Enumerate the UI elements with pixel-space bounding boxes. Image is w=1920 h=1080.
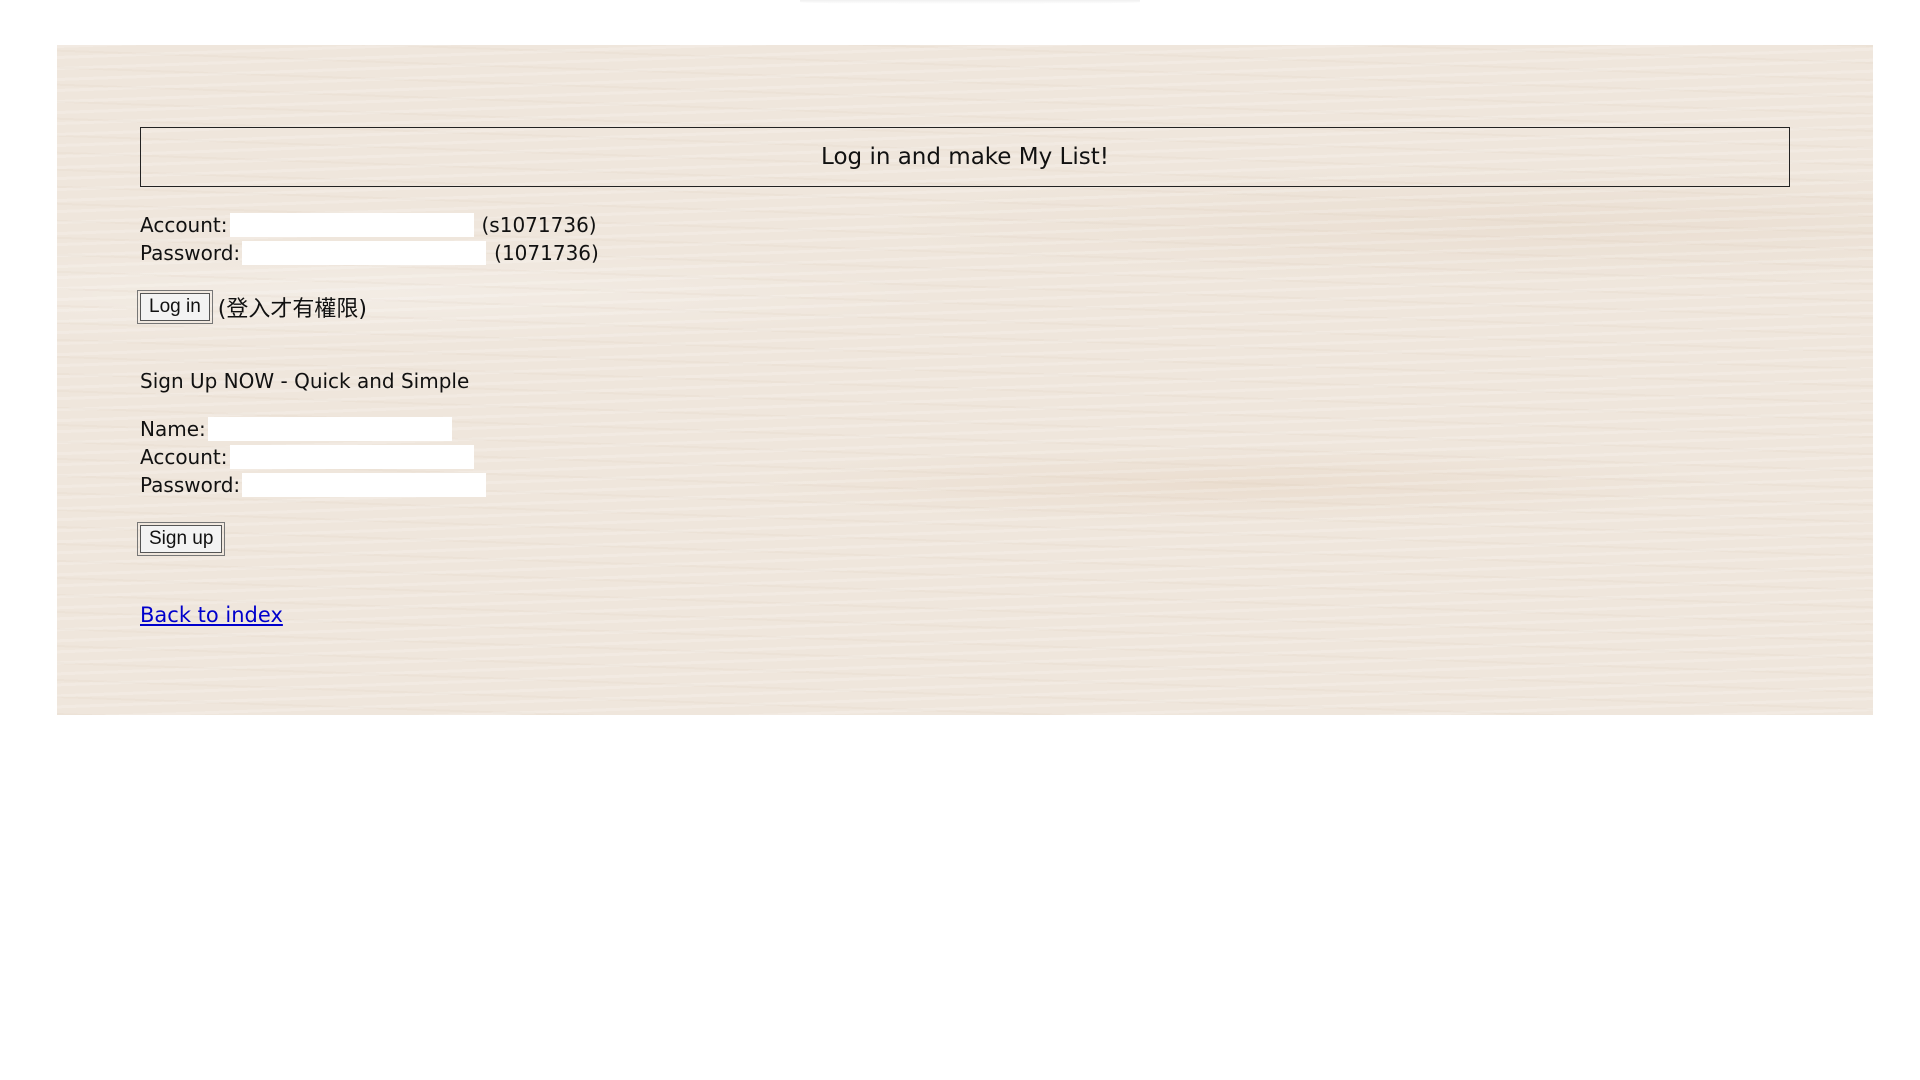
login-password-label: Password:: [140, 241, 241, 265]
signup-name-input[interactable]: [207, 417, 452, 441]
signup-password-row: Password:: [140, 471, 1790, 499]
login-form: Account: (s1071736) Password: (1071736) …: [137, 211, 1790, 324]
signup-password-label: Password:: [140, 473, 241, 497]
back-to-index-link[interactable]: Back to index: [140, 603, 283, 627]
signup-password-input[interactable]: [242, 473, 487, 497]
top-shadow-decoration: [800, 0, 1140, 4]
signup-account-row: Account:: [140, 443, 1790, 471]
login-account-hint: (s1071736): [481, 213, 597, 237]
login-permission-note: (登入才有權限): [217, 297, 367, 322]
login-account-row: Account: (s1071736): [140, 211, 1790, 239]
page-title-box: Log in and make My List!: [140, 127, 1790, 187]
login-account-label: Account:: [140, 213, 228, 237]
signup-name-label: Name:: [140, 417, 206, 441]
content-container: Log in and make My List! Account: (s1071…: [136, 127, 1790, 627]
signup-button-row: Sign up: [136, 522, 1790, 556]
login-password-input[interactable]: [242, 241, 487, 265]
login-button[interactable]: Log in: [137, 290, 213, 324]
content-panel: Log in and make My List! Account: (s1071…: [57, 45, 1873, 715]
signup-name-row: Name:: [140, 415, 1790, 443]
login-password-row: Password: (1071736): [140, 239, 1790, 267]
signup-heading: Sign Up NOW - Quick and Simple: [140, 369, 470, 393]
page-title: Log in and make My List!: [821, 144, 1109, 170]
signup-form: Sign Up NOW - Quick and Simple Name: Acc…: [136, 367, 1790, 556]
signup-button[interactable]: Sign up: [136, 522, 226, 556]
login-password-hint: (1071736): [494, 241, 599, 265]
login-account-input[interactable]: [229, 213, 474, 237]
login-button-row: Log in (登入才有權限): [137, 290, 1790, 324]
signup-account-label: Account:: [140, 445, 228, 469]
signup-account-input[interactable]: [229, 445, 474, 469]
